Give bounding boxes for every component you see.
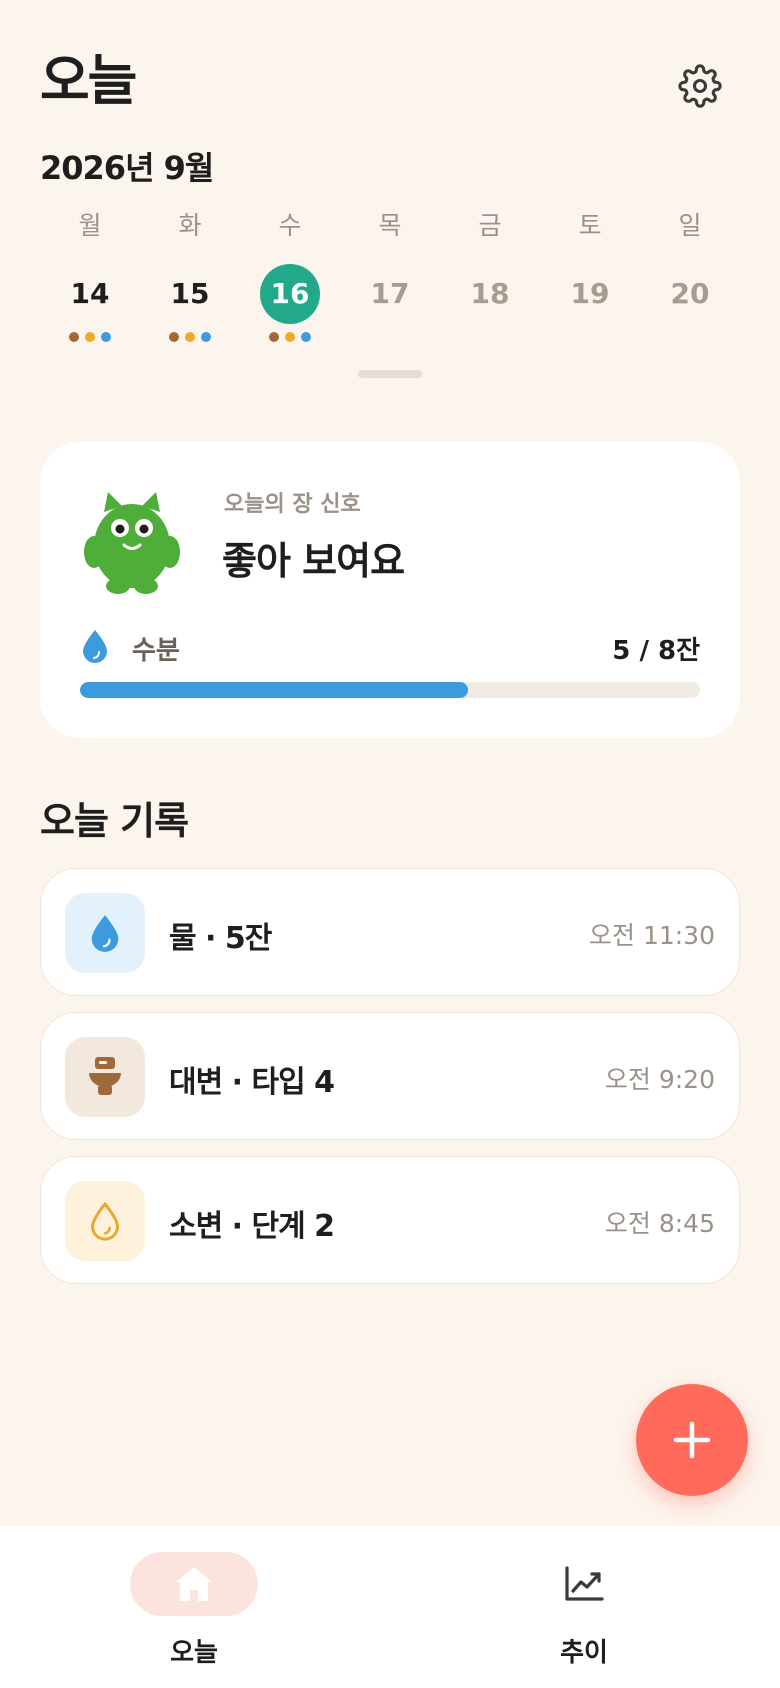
day-column[interactable]: 월 14 [40,210,140,350]
water-drop-icon [91,915,119,952]
date-number[interactable]: 19 [560,264,620,324]
records-section-title: 오늘 기록 [40,799,189,843]
nav-label-today: 오늘 [170,1638,218,1668]
date-number[interactable]: 15 [160,264,220,324]
weekday-label: 화 [178,211,202,240]
record-dots [40,332,140,342]
page-title: 오늘 [40,49,137,112]
week-strip: 월 14 화 15 수 16 목 17 금 18 토 19 일 20 [40,210,740,350]
nav-tab-today[interactable]: 오늘 [98,1552,298,1672]
record-dot [301,332,311,342]
gear-icon [678,64,722,108]
record-icon-container [65,1037,145,1117]
today-screen: 오늘 2026년 9월 월 14 화 15 수 16 목 17 금 18 토 19 일 20 [0,0,780,1688]
day-column[interactable]: 금 18 [440,210,540,350]
month-label: 2026년 9월 [40,149,214,187]
record-dot [85,332,95,342]
water-drop-icon [83,630,107,663]
day-column[interactable]: 목 17 [340,210,440,350]
drag-handle[interactable] [358,370,422,378]
date-number[interactable]: 20 [660,264,720,324]
hydration-count: 5 / 8잔 [612,636,700,666]
signal-label: 오늘의 장 신호 [224,492,361,517]
weekday-label: 금 [478,211,502,240]
record-dots [140,332,240,342]
settings-button[interactable] [670,56,730,116]
record-item-water[interactable]: 물 · 5잔 오전 11:30 [40,868,740,996]
hydration-label: 수분 [132,636,180,666]
selected-date[interactable]: 16 [260,264,320,324]
weekday-label: 월 [78,211,102,240]
record-title: 물 · 5잔 [169,921,272,956]
date-number[interactable]: 18 [460,264,520,324]
record-dot [169,332,179,342]
record-dot [269,332,279,342]
day-column[interactable]: 수 16 [240,210,340,350]
plus-icon [673,1421,711,1459]
record-title: 소변 · 단계 2 [169,1209,335,1244]
nav-label-trend: 추이 [560,1638,608,1668]
record-icon-container [65,1181,145,1261]
record-item-stool[interactable]: 대변 · 타입 4 오전 9:20 [40,1012,740,1140]
nav-pill [520,1552,648,1616]
day-column[interactable]: 일 20 [640,210,740,350]
toilet-icon [89,1057,121,1095]
nav-pill-active [130,1552,258,1616]
date-number[interactable]: 14 [60,264,120,324]
date-number[interactable]: 17 [360,264,420,324]
home-icon [176,1567,212,1601]
add-record-button[interactable] [636,1384,748,1496]
hydration-progress-fill [80,682,468,698]
record-time: 오전 8:45 [604,1209,715,1238]
record-icon-container [65,893,145,973]
record-item-urine[interactable]: 소변 · 단계 2 오전 8:45 [40,1156,740,1284]
record-dot [185,332,195,342]
hydration-row: 수분 5 / 8잔 [80,626,700,666]
record-time: 오전 11:30 [589,921,715,950]
mascot-icon [84,492,180,594]
trend-chart-icon [565,1566,604,1601]
record-title: 대변 · 타입 4 [169,1065,335,1100]
hydration-progress-bar [80,682,700,698]
day-column[interactable]: 토 19 [540,210,640,350]
record-dot [285,332,295,342]
urine-drop-icon [91,1201,119,1241]
weekday-label: 수 [278,211,302,240]
day-column[interactable]: 화 15 [140,210,240,350]
gut-signal-card: 오늘의 장 신호 좋아 보여요 수분 5 / 8잔 [40,442,740,738]
weekday-label: 일 [678,211,702,240]
record-dot [101,332,111,342]
bottom-navigation: 오늘 추이 [0,1526,780,1688]
signal-value: 좋아 보여요 [222,539,405,583]
record-dots [240,332,340,342]
record-time: 오전 9:20 [604,1065,715,1094]
record-dot [69,332,79,342]
weekday-label: 목 [378,211,402,240]
nav-tab-trend[interactable]: 추이 [488,1552,688,1672]
record-dot [201,332,211,342]
records-list: 물 · 5잔 오전 11:30 대변 · 타입 4 오전 9:20 소변 · 단… [40,868,740,1300]
weekday-label: 토 [578,211,602,240]
